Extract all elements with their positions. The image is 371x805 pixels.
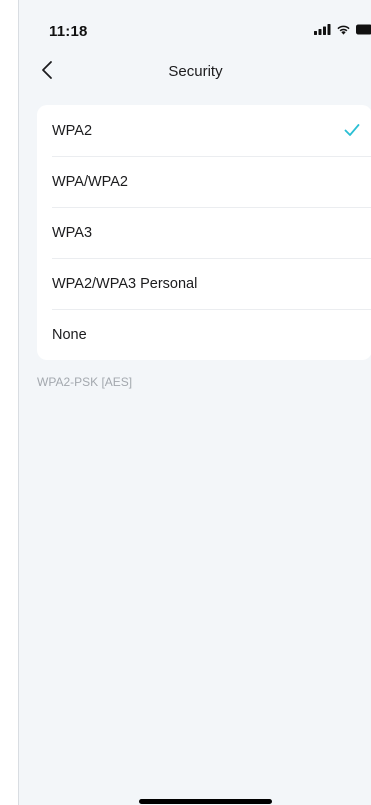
- phone-screen: 11:18 Security WPA2 WPA/WPA2 WPA3 WPA2/W…: [18, 0, 371, 805]
- option-label: WPA/WPA2: [52, 173, 128, 190]
- option-label: None: [52, 326, 87, 343]
- option-wpa-wpa2[interactable]: WPA/WPA2: [37, 156, 371, 207]
- navigation-bar: Security: [19, 52, 371, 92]
- option-wpa3[interactable]: WPA3: [37, 207, 371, 258]
- option-label: WPA2/WPA3 Personal: [52, 275, 198, 292]
- battery-icon: [356, 22, 371, 40]
- cellular-signal-icon: [314, 22, 331, 40]
- option-wpa2-wpa3-personal[interactable]: WPA2/WPA3 Personal: [37, 258, 371, 309]
- option-wpa2[interactable]: WPA2: [37, 105, 371, 156]
- security-options-list: WPA2 WPA/WPA2 WPA3 WPA2/WPA3 Personal No…: [37, 105, 371, 360]
- status-bar: 11:18: [19, 0, 371, 44]
- home-indicator[interactable]: [139, 799, 272, 804]
- encryption-footnote: WPA2-PSK [AES]: [37, 375, 133, 389]
- option-label: WPA3: [52, 224, 93, 241]
- option-label: WPA2: [52, 122, 93, 139]
- status-icons: [314, 24, 371, 38]
- option-none[interactable]: None: [37, 309, 371, 360]
- wifi-icon: [336, 22, 351, 40]
- page-title: Security: [168, 63, 223, 80]
- checkmark-icon: [344, 123, 360, 137]
- status-time: 11:18: [49, 23, 88, 40]
